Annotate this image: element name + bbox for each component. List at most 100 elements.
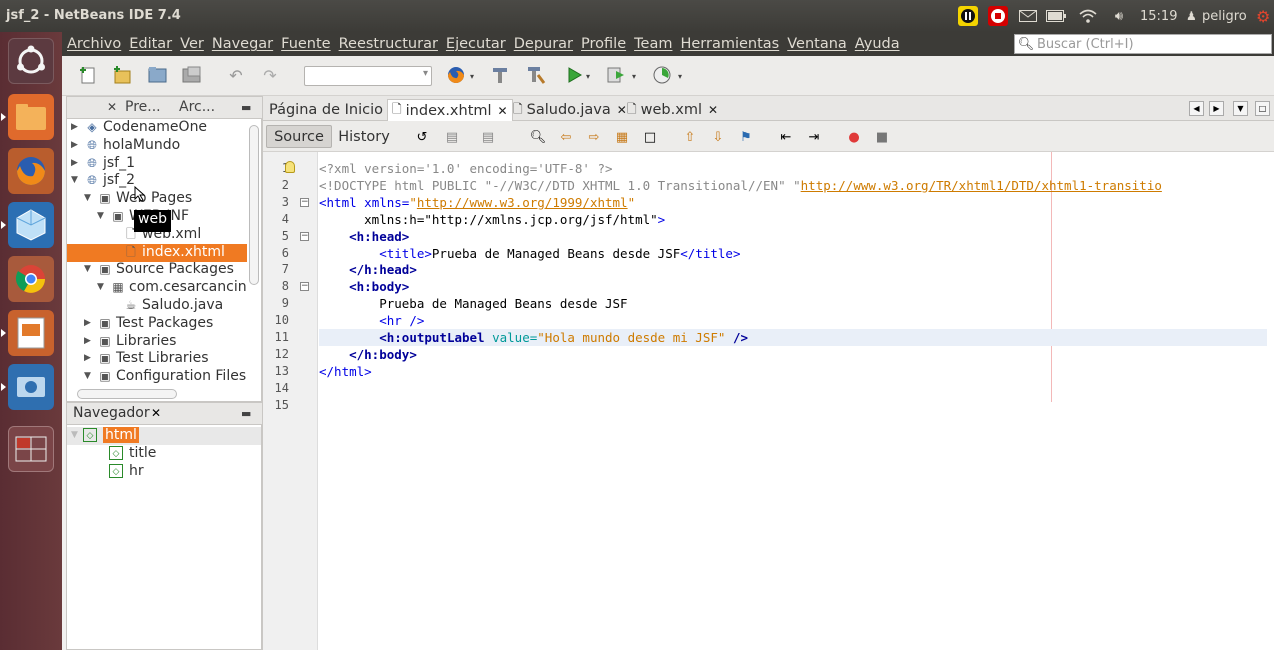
ubuntu-dash-icon[interactable]	[8, 38, 54, 84]
menu-herramientas[interactable]: Herramientas	[680, 36, 779, 52]
user-name[interactable]: peligro	[1202, 6, 1247, 26]
expanded-arrow-icon[interactable]: ▼	[71, 175, 78, 185]
tab-close-icon[interactable]: ✕	[708, 103, 718, 117]
tab-saludo-java[interactable]: 🗋︎ Saludo.java ✕	[513, 99, 627, 121]
tab-projects[interactable]: Pre...	[125, 99, 161, 115]
tree-item[interactable]: ▶ 🌐︎ holaMundo	[67, 137, 247, 155]
code-line[interactable]: </h:head>	[319, 261, 1267, 278]
code-line[interactable]: <?xml version='1.0' encoding='UTF-8' ?>	[319, 160, 1267, 177]
menu-team[interactable]: Team	[634, 36, 672, 52]
code-line[interactable]	[319, 397, 1267, 414]
navigator-item[interactable]: ◇ title	[67, 445, 261, 463]
battery-icon[interactable]	[1046, 6, 1066, 26]
hint-bulb-icon[interactable]	[285, 161, 295, 173]
next-bookmark-icon[interactable]: ⇩	[709, 128, 727, 146]
menu-depurar[interactable]: Depurar	[514, 36, 573, 52]
tree-item[interactable]: ▶ ▣ Test Packages	[67, 315, 247, 333]
run-icon[interactable]	[562, 63, 586, 87]
search-input[interactable]: 🔍︎ Buscar (Ctrl+I)	[1014, 34, 1272, 54]
redo-icon[interactable]: ↷	[258, 63, 282, 87]
workspace-switcher-icon[interactable]	[8, 426, 54, 472]
clock[interactable]: 15:19	[1140, 6, 1177, 26]
code-line[interactable]: <html xmlns="http://www.w3.org/1999/xhtm…	[319, 194, 1267, 211]
expanded-arrow-icon[interactable]: ▼	[97, 282, 104, 292]
find-icon[interactable]: 🔍︎	[529, 128, 547, 146]
menu-archivo[interactable]: Archivo	[67, 36, 121, 52]
code-line[interactable]: </html>	[319, 363, 1267, 380]
browser-firefox-icon[interactable]	[444, 63, 468, 87]
wifi-icon[interactable]	[1078, 6, 1098, 26]
menu-editar[interactable]: Editar	[129, 36, 172, 52]
fold-toggle-icon[interactable]: −	[300, 231, 309, 241]
expanded-arrow-icon[interactable]: ▼	[84, 193, 91, 203]
clean-build-icon[interactable]	[524, 63, 548, 87]
find-next-icon[interactable]: ⇨	[585, 128, 603, 146]
code-line[interactable]: <h:body>	[319, 278, 1267, 295]
projects-tab-close-icon[interactable]: ✕	[107, 100, 117, 114]
expanded-arrow-icon[interactable]: ▼	[97, 211, 104, 221]
tree-item[interactable]: ▼ ▦ com.cesarcancin	[67, 279, 247, 297]
tree-item[interactable]: ▶ ◈ CodenameOne	[67, 119, 247, 137]
forward-icon[interactable]: ▤	[479, 128, 497, 146]
code-line[interactable]: xmlns:h="http://xmlns.jcp.org/jsf/html">	[319, 211, 1267, 228]
tree-item[interactable]: ▼ ▣ Source Packages	[67, 261, 247, 279]
navigator-title[interactable]: Navegador	[73, 405, 150, 421]
find-previous-icon[interactable]: ⇦	[557, 128, 575, 146]
shift-right-icon[interactable]: ⇥	[805, 128, 823, 146]
expanded-arrow-icon[interactable]: ▼	[84, 264, 91, 274]
tree-item[interactable]: ▶ ▣ Libraries	[67, 333, 247, 351]
toggle-bookmark-icon[interactable]: ⚑	[737, 128, 755, 146]
expanded-arrow-icon[interactable]: ▼	[71, 430, 78, 440]
open-project-icon[interactable]	[146, 63, 170, 87]
code-line[interactable]: <h:head>	[319, 228, 1267, 245]
toggle-highlight-icon[interactable]: ▦	[613, 128, 631, 146]
volume-icon[interactable]: 🔊︎	[1108, 6, 1130, 26]
tree-vertical-scrollbar[interactable]	[249, 125, 259, 285]
code-line[interactable]	[319, 380, 1267, 397]
collapsed-arrow-icon[interactable]: ▶	[71, 140, 78, 150]
expanded-arrow-icon[interactable]: ▼	[84, 371, 91, 381]
prev-bookmark-icon[interactable]: ⇧	[681, 128, 699, 146]
fold-toggle-icon[interactable]: −	[300, 197, 309, 207]
code-line[interactable]: <title>Prueba de Managed Beans desde JSF…	[319, 245, 1267, 262]
files-icon[interactable]	[8, 94, 54, 140]
stop-record-icon[interactable]	[988, 6, 1008, 26]
navigator-minimize-icon[interactable]: ▬	[241, 407, 251, 420]
debug-dropdown-icon[interactable]: ▾	[632, 72, 636, 81]
back-icon[interactable]: ▤	[443, 128, 461, 146]
collapsed-arrow-icon[interactable]: ▶	[71, 122, 78, 132]
tree-item[interactable]: ▼ ▣ Configuration Files	[67, 368, 247, 386]
record-macro-icon[interactable]: ●	[845, 128, 863, 146]
chrome-icon[interactable]	[8, 256, 54, 302]
tree-item[interactable]: ☕︎ Saludo.java	[67, 297, 247, 315]
tree-horizontal-scrollbar[interactable]	[77, 389, 177, 399]
tree-item[interactable]: ▶ ▣ Test Libraries	[67, 350, 247, 368]
new-project-icon[interactable]	[110, 63, 134, 87]
fold-toggle-icon[interactable]: −	[300, 282, 309, 292]
menu-ver[interactable]: Ver	[180, 36, 204, 52]
navigator-item[interactable]: ▼ ◇ html	[67, 427, 261, 445]
netbeans-icon[interactable]	[8, 202, 54, 248]
profile-icon[interactable]	[650, 63, 674, 87]
last-edit-icon[interactable]: ↺	[413, 128, 431, 146]
navigator-item[interactable]: ◇ hr	[67, 463, 261, 481]
run-dropdown-icon[interactable]: ▾	[586, 72, 590, 81]
impress-icon[interactable]	[8, 310, 54, 356]
menu-ventana[interactable]: Ventana	[787, 36, 847, 52]
shift-left-icon[interactable]: ⇤	[777, 128, 795, 146]
debug-icon[interactable]	[604, 63, 628, 87]
menu-profile[interactable]: Profile	[581, 36, 626, 52]
code-line[interactable]: <!DOCTYPE html PUBLIC "-//W3C//DTD XHTML…	[319, 177, 1267, 194]
configuration-combo[interactable]: ▾	[304, 66, 432, 86]
collapsed-arrow-icon[interactable]: ▶	[84, 336, 91, 346]
screen-recorder-icon[interactable]	[8, 364, 54, 410]
navigator-close-icon[interactable]: ✕	[151, 406, 161, 420]
close-project-icon[interactable]	[180, 63, 204, 87]
maximize-window-icon[interactable]: □	[1255, 101, 1270, 116]
scroll-tabs-left-icon[interactable]: ◀	[1189, 101, 1204, 116]
menu-ejecutar[interactable]: Ejecutar	[446, 36, 506, 52]
browser-dropdown-icon[interactable]: ▾	[470, 72, 474, 81]
tree-item[interactable]: ▶ 🌐︎ jsf_1	[67, 155, 247, 173]
tab-close-icon[interactable]: ✕	[498, 104, 508, 118]
mail-icon[interactable]	[1018, 6, 1038, 26]
